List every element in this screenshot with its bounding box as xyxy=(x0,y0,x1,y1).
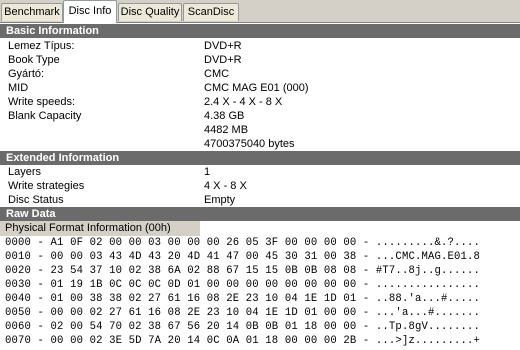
info-value: 4482 MB xyxy=(204,124,249,136)
hex-line: 0010 - 00 00 03 43 4D 43 20 4D 41 47 00 … xyxy=(5,251,481,263)
hex-line: 0020 - 23 54 37 10 02 38 6A 02 88 67 15 … xyxy=(5,265,481,277)
info-row-write-speeds: Write speeds: 2.4 X - 4 X - 8 X xyxy=(0,95,520,109)
tab-disc-info[interactable]: Disc Info xyxy=(63,0,117,23)
info-value: 4 X - 8 X xyxy=(204,180,247,192)
info-value: CMC xyxy=(204,68,230,80)
info-row-disc-status: Disc Status Empty xyxy=(0,193,520,207)
tab-scandisc[interactable]: ScanDisc xyxy=(183,3,239,21)
physical-format-subheader: Physical Format Information (00h) xyxy=(0,221,200,236)
info-value: 4.38 GB xyxy=(204,110,245,122)
info-label: Lemez Típus: xyxy=(8,40,75,52)
info-value: 1 xyxy=(204,166,211,178)
extended-information-header: Extended Information xyxy=(0,151,520,165)
hex-line: 0030 - 01 19 1B 0C 0C 0C 0D 01 00 00 00 … xyxy=(5,279,481,291)
hex-line: 0050 - 00 00 02 27 61 16 08 2E 23 10 04 … xyxy=(5,307,481,319)
info-label: Blank Capacity xyxy=(8,110,82,122)
info-row-mid: MID CMC MAG E01 (000) xyxy=(0,81,520,95)
tab-benchmark[interactable]: Benchmark xyxy=(1,3,63,21)
raw-data-header: Raw Data xyxy=(0,207,520,221)
tab-disc-quality[interactable]: Disc Quality xyxy=(118,3,182,21)
info-value: DVD+R xyxy=(204,54,242,66)
info-value: DVD+R xyxy=(204,40,242,52)
tab-bar: Benchmark Disc Info Disc Quality ScanDis… xyxy=(0,0,520,23)
info-row-blank-capacity: Blank Capacity 4.38 GB xyxy=(0,109,520,123)
info-label: Book Type xyxy=(8,54,60,66)
hex-line: 0000 - A1 0F 02 00 00 03 00 00 00 26 05 … xyxy=(5,237,481,249)
info-row-capacity-bytes: 4700375040 bytes xyxy=(0,137,520,151)
info-row-book-type: Book Type DVD+R xyxy=(0,53,520,67)
basic-information-header: Basic Information xyxy=(0,24,520,38)
hex-line: 0060 - 02 00 54 70 02 38 67 56 20 14 0B … xyxy=(5,321,481,333)
info-row-layers: Layers 1 xyxy=(0,165,520,179)
hex-line: 0040 - 01 00 38 38 02 27 61 16 08 2E 23 … xyxy=(5,293,481,305)
info-label: Write strategies xyxy=(8,180,85,192)
info-label: Gyártó: xyxy=(8,68,45,80)
info-row-disc-type: Lemez Típus: DVD+R xyxy=(0,39,520,53)
info-label: Write speeds: xyxy=(8,96,76,108)
info-value: 2.4 X - 4 X - 8 X xyxy=(204,96,283,108)
info-row-write-strategies: Write strategies 4 X - 8 X xyxy=(0,179,520,193)
info-value: CMC MAG E01 (000) xyxy=(204,82,309,94)
info-value: 4700375040 bytes xyxy=(204,138,295,150)
info-row-capacity-mb: 4482 MB xyxy=(0,123,520,137)
hex-line: 0070 - 00 00 02 3E 5D 7A 20 14 0C 0A 01 … xyxy=(5,335,481,347)
disc-info-panel: Basic Information Lemez Típus: DVD+R Boo… xyxy=(0,23,520,350)
info-label: Disc Status xyxy=(8,194,64,206)
info-value: Empty xyxy=(204,194,236,206)
info-label: Layers xyxy=(8,166,42,178)
info-row-manufacturer: Gyártó: CMC xyxy=(0,67,520,81)
info-label: MID xyxy=(8,82,29,94)
